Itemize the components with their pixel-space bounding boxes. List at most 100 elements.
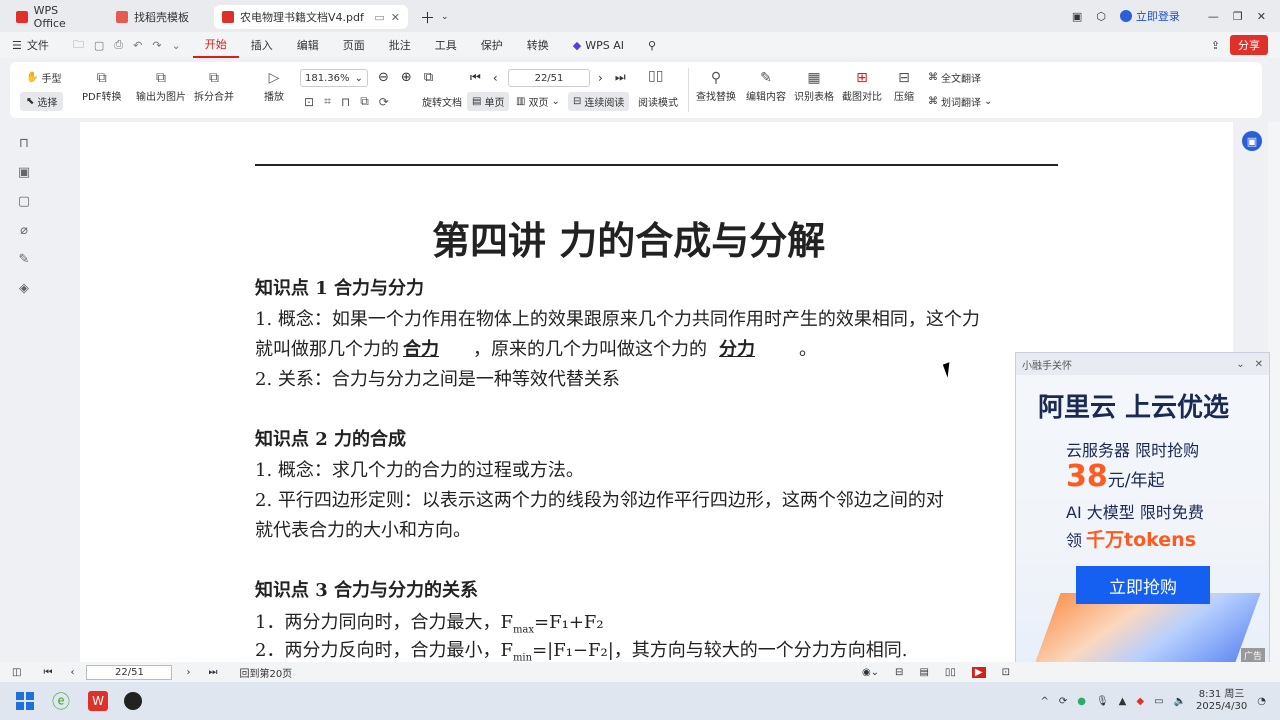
- first-page-icon[interactable]: ⏮: [470, 70, 481, 85]
- search-icon[interactable]: ⚲: [636, 32, 668, 58]
- zoom-select[interactable]: 181.36% ⌄: [300, 69, 368, 87]
- single-page-button[interactable]: ▤ 单页: [467, 92, 510, 111]
- fit-width-icon[interactable]: ⊡: [304, 95, 314, 109]
- open-icon[interactable]: 🗀: [73, 36, 84, 55]
- bookmark-frame-icon[interactable]: ⊓: [341, 95, 350, 109]
- menu-protect[interactable]: 保护: [469, 32, 515, 58]
- file-menu[interactable]: ☰ 文件: [0, 32, 61, 58]
- tray-wechat-icon[interactable]: ●: [1077, 696, 1086, 707]
- ad-close-icon[interactable]: ✕: [1255, 359, 1263, 370]
- cloud-upload-icon[interactable]: ⇪: [1211, 39, 1220, 52]
- compress-button[interactable]: ⊟ 压缩: [894, 68, 914, 103]
- pdf-convert-button[interactable]: ⧉ PDF转换: [82, 68, 121, 103]
- wps-taskbar-icon[interactable]: W: [88, 691, 108, 711]
- status-page-input[interactable]: 22/51: [86, 664, 173, 680]
- close-window-icon[interactable]: ✕: [1257, 10, 1266, 23]
- assistant-icon[interactable]: ▣: [1242, 131, 1262, 151]
- rotate-icon[interactable]: ⟳: [379, 95, 389, 109]
- edit-content-button[interactable]: ✎ 编辑内容: [746, 68, 786, 103]
- continuous-read-button[interactable]: ⊟ 连续阅读: [568, 92, 630, 111]
- tray-expand-icon[interactable]: ^: [1040, 696, 1048, 707]
- window-icon[interactable]: ▣: [1072, 10, 1082, 23]
- browser-icon[interactable]: ⓔ: [52, 688, 70, 714]
- obs-icon[interactable]: [124, 692, 142, 710]
- bookmark-icon[interactable]: ⊓: [19, 136, 29, 151]
- wps-ai-button[interactable]: ◆ WPS AI: [561, 32, 636, 58]
- tray-sync-icon[interactable]: ⟳: [1059, 696, 1067, 707]
- minimize-icon[interactable]: —: [1208, 10, 1219, 23]
- clock[interactable]: 8:31 周三 2025/4/30: [1196, 689, 1247, 713]
- layers-icon[interactable]: ◈: [19, 281, 29, 296]
- last-page-icon[interactable]: ⏭: [208, 667, 217, 678]
- last-page-icon[interactable]: ⏭: [615, 70, 626, 85]
- find-replace-button[interactable]: ⚲ 查找替换: [696, 68, 736, 103]
- crop-icon[interactable]: ⌗: [324, 94, 331, 109]
- compare-button[interactable]: ⊞ 截图对比: [842, 68, 882, 103]
- ad-collapse-icon[interactable]: ⌄: [1236, 359, 1244, 370]
- back-to-page-link[interactable]: 回到第20页: [239, 665, 292, 680]
- next-page-icon[interactable]: ›: [598, 71, 603, 85]
- menu-annotate[interactable]: 批注: [377, 32, 423, 58]
- redo-icon[interactable]: ↷: [152, 39, 161, 52]
- first-page-icon[interactable]: ⏮: [43, 667, 52, 678]
- fit-view-icon[interactable]: ⊡: [1002, 667, 1010, 678]
- volume-icon[interactable]: 🔈: [1174, 696, 1186, 707]
- network-icon[interactable]: ▭: [1154, 696, 1163, 707]
- next-page-icon[interactable]: ›: [186, 667, 190, 678]
- play-button[interactable]: ▷ 播放: [264, 68, 284, 103]
- eye-icon[interactable]: ◉⌄: [862, 667, 879, 678]
- notification-icon[interactable]: ◔: [1257, 696, 1266, 707]
- play-view-icon[interactable]: ▶: [971, 666, 986, 678]
- single-view-icon[interactable]: ▤: [919, 667, 928, 678]
- sidebar-toggle-icon[interactable]: ◫: [12, 667, 21, 678]
- menu-convert[interactable]: 转换: [515, 32, 561, 58]
- microphone-icon[interactable]: 🎙: [1096, 696, 1109, 707]
- login-button[interactable]: 立即登录: [1119, 8, 1180, 24]
- tab-pdf-document[interactable]: 农电物理书籍文档V4.pdf ▭ ✕: [214, 5, 408, 29]
- menu-edit[interactable]: 编辑: [285, 32, 331, 58]
- zoom-in-icon[interactable]: ⊕: [401, 70, 412, 85]
- undo-icon[interactable]: ↶: [133, 39, 142, 52]
- menu-page[interactable]: 页面: [331, 32, 377, 58]
- windows-start-icon[interactable]: [16, 692, 34, 710]
- tray-app-icon[interactable]: ▲: [1119, 696, 1127, 707]
- copy-icon[interactable]: ⧉: [360, 94, 369, 109]
- fit-icon[interactable]: ⧉: [424, 70, 433, 85]
- select-tool[interactable]: ⬉ 选择: [20, 92, 64, 111]
- ad-buy-button[interactable]: 立即抢购: [1076, 566, 1210, 604]
- close-tab-icon[interactable]: ✕: [391, 11, 400, 24]
- prev-page-icon[interactable]: ‹: [70, 667, 74, 678]
- tab-template[interactable]: 找稻壳模板: [108, 5, 208, 29]
- continuous-view-icon[interactable]: ⊟: [895, 667, 903, 678]
- menu-start[interactable]: 开始: [192, 32, 239, 58]
- cube-icon[interactable]: ⬡: [1096, 10, 1106, 23]
- share-button[interactable]: 分享: [1230, 35, 1268, 55]
- monitor-icon[interactable]: ▭: [374, 11, 384, 24]
- new-tab-button[interactable]: ＋ ⌄: [412, 5, 449, 29]
- menu-insert[interactable]: 插入: [239, 32, 285, 58]
- save-icon[interactable]: ▢: [94, 39, 104, 52]
- double-view-icon[interactable]: ▯▯: [945, 667, 956, 678]
- full-translate-button[interactable]: ⌘ 全文翻译: [928, 70, 981, 85]
- zoom-out-icon[interactable]: ⊖: [378, 70, 389, 85]
- word-translate-button[interactable]: ⌘ 划词翻译 ⌄: [928, 94, 992, 109]
- double-page-button[interactable]: ▥ 双页 ⌄: [516, 94, 560, 109]
- read-mode-button[interactable]: 阅读模式: [638, 94, 678, 109]
- tray-wps-icon[interactable]: ◆: [1136, 696, 1144, 707]
- comment-icon[interactable]: ▢: [18, 194, 30, 209]
- restore-icon[interactable]: ❐: [1233, 10, 1243, 23]
- attachment-icon[interactable]: ⌀: [20, 223, 28, 238]
- prev-page-icon[interactable]: ‹: [493, 71, 498, 85]
- signature-icon[interactable]: ✎: [19, 252, 30, 267]
- print-icon[interactable]: ⎙: [114, 38, 123, 52]
- menu-tools[interactable]: 工具: [423, 32, 469, 58]
- page-input[interactable]: 22/51: [508, 69, 590, 87]
- thumbnail-icon[interactable]: ▣: [18, 165, 30, 180]
- hand-tool[interactable]: ✋ 手型: [26, 70, 61, 85]
- rotate-doc-button[interactable]: 旋转文档: [422, 94, 462, 109]
- export-image-button[interactable]: ⧉ 输出为图片: [136, 68, 186, 103]
- more-icon[interactable]: ⌄: [172, 39, 181, 52]
- book-view-button[interactable]: ▯▯: [648, 66, 663, 86]
- tab-wps-office[interactable]: WPS Office: [8, 4, 100, 30]
- recognize-table-button[interactable]: ▦ 识别表格: [794, 68, 834, 103]
